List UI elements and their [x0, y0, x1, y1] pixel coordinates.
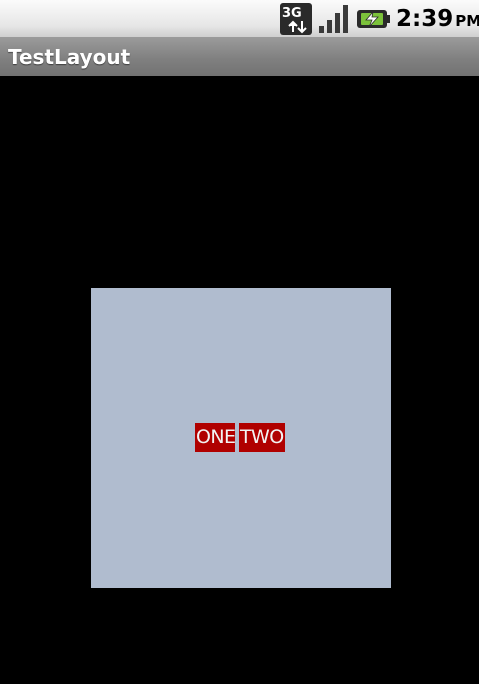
phone-screen: 3G 2:39 PM TestLayout ONE TWO [0, 0, 479, 684]
status-bar: 3G 2:39 PM [0, 0, 479, 38]
label-row: ONE TWO [195, 423, 285, 452]
status-clock: 2:39 PM [396, 5, 479, 33]
clock-time: 2:39 [396, 6, 454, 32]
3g-data-icon: 3G [280, 3, 312, 35]
app-title: TestLayout [8, 45, 131, 69]
content-area: ONE TWO [0, 76, 479, 684]
label-one: ONE [195, 423, 236, 452]
app-title-bar: TestLayout [0, 38, 479, 76]
battery-charging-icon [357, 10, 390, 28]
svg-text:3G: 3G [282, 6, 302, 21]
label-two: TWO [239, 423, 285, 452]
signal-strength-icon [319, 5, 348, 33]
clock-ampm: PM [455, 12, 479, 30]
layout-container: ONE TWO [91, 288, 391, 588]
